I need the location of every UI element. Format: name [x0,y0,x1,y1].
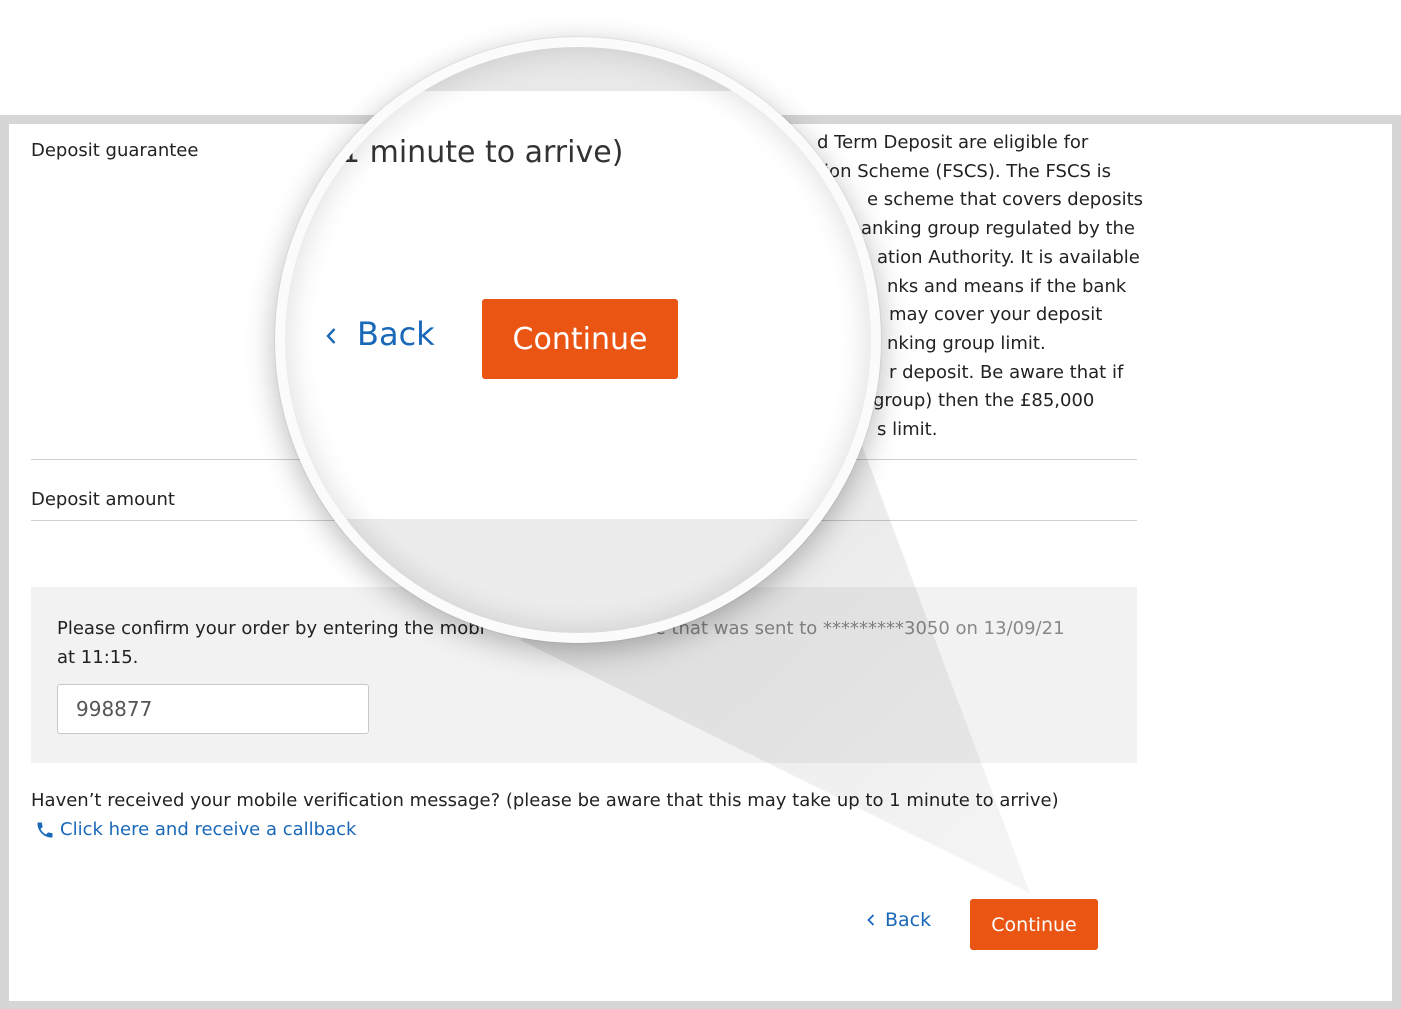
lens-band [275,519,881,643]
verification-code-input[interactable] [57,684,369,734]
fscs-line: anking group regulated by the [861,218,1135,240]
fscs-line: e scheme that covers deposits [867,189,1144,211]
magnified-back-label: Back [357,315,435,353]
confirm-text-line2: at 11:15. [57,647,139,668]
callback-link[interactable]: Click here and receive a callback [35,819,356,840]
fscs-line: d Term Deposit are eligible for [817,132,1089,153]
not-received-message: Haven’t received your mobile verificatio… [31,790,1059,811]
deposit-amount-label: Deposit amount [31,489,175,510]
back-label: Back [885,909,932,931]
magnified-continue-button[interactable]: Continue [482,299,678,379]
lens-content: 1 minute to arrive) Back Continue [275,37,881,643]
magnifier-lens: 1 minute to arrive) Back Continue [275,37,881,643]
chevron-left-icon [867,909,875,931]
phone-icon [37,822,53,837]
magnified-back-button[interactable]: Back [325,315,435,353]
lens-band [275,37,881,91]
continue-button[interactable]: Continue [970,899,1098,950]
chevron-left-icon [325,315,337,353]
fscs-line: tion Scheme (FSCS). The FSCS is [817,160,1112,182]
deposit-guarantee-label: Deposit guarantee [31,140,199,161]
magnified-text: 1 minute to arrive) [341,135,624,170]
back-button[interactable]: Back [867,909,931,931]
callback-label: Click here and receive a callback [60,819,357,840]
